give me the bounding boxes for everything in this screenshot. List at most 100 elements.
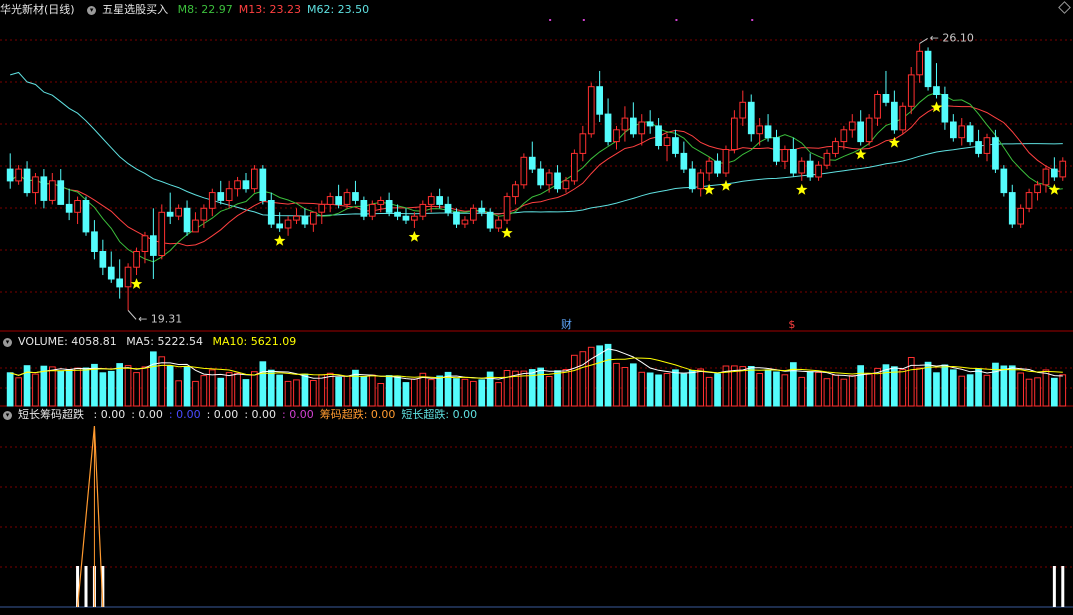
volume-bar xyxy=(301,373,309,407)
candle-body xyxy=(461,219,469,225)
volume-bar xyxy=(352,369,359,407)
indicator2-menu-icon[interactable]: ▾ xyxy=(3,410,12,420)
volume-bar xyxy=(579,351,587,407)
volume-bar xyxy=(680,373,688,407)
candle-body xyxy=(478,207,486,213)
volume-bar xyxy=(571,354,578,407)
candle-body xyxy=(520,156,528,186)
candle-body xyxy=(781,149,789,162)
volume-bar xyxy=(217,377,225,407)
candle-body xyxy=(621,117,629,131)
candle-body xyxy=(116,278,124,288)
candle-body xyxy=(773,137,780,162)
candle-body xyxy=(360,200,368,217)
ma-label-1: M13: 23.23 xyxy=(238,3,301,16)
volume-bar xyxy=(882,364,890,407)
volume-bar xyxy=(91,363,98,407)
candle-body xyxy=(1051,168,1058,178)
candle-body xyxy=(562,180,570,190)
indicator-value-6: 筹码超跌: 0.00 xyxy=(319,408,396,421)
candle-body xyxy=(545,172,553,186)
volume-menu-icon[interactable]: ▾ xyxy=(3,337,12,347)
candle-body xyxy=(65,203,73,213)
indicator-value-2: : 0.00 xyxy=(168,408,201,421)
candle-body xyxy=(1042,168,1050,186)
candle-body xyxy=(217,192,225,201)
volume-bar xyxy=(587,346,595,407)
volume-bar xyxy=(958,375,966,407)
candle-body xyxy=(714,160,721,174)
volume-bar xyxy=(933,372,940,407)
buy-star-icon xyxy=(888,136,901,148)
volume-bar xyxy=(251,371,258,407)
volume-bar xyxy=(99,372,107,407)
volume-bar xyxy=(823,378,831,407)
candle-body xyxy=(175,207,183,217)
volume-bar xyxy=(368,374,376,407)
indicator2-name: 短长筹码超跌 xyxy=(18,408,84,421)
candle-body xyxy=(924,50,932,88)
candle-body xyxy=(688,168,696,190)
volume-bar xyxy=(116,363,124,407)
volume-ma10-label: MA10: 5621.09 xyxy=(212,335,297,348)
indicator-values: : 0.00: 0.00: 0.00: 0.00: 0.00: 0.00 筹码超跌… xyxy=(94,408,484,421)
high-price-label: ← 26.10 xyxy=(930,31,974,44)
volume-bar xyxy=(284,380,292,407)
candle-body xyxy=(242,180,250,190)
volume-bar xyxy=(183,366,191,407)
volume-bar xyxy=(377,383,385,407)
candle-body xyxy=(587,86,595,135)
candle-body xyxy=(225,188,233,201)
event-dot xyxy=(582,19,585,21)
volume-bar xyxy=(453,378,460,407)
candle-body xyxy=(251,168,258,190)
candle-body xyxy=(537,168,544,186)
candle-body xyxy=(596,86,603,115)
volume-bar xyxy=(394,375,401,407)
candle-body xyxy=(57,180,65,205)
candle-body xyxy=(259,168,267,202)
volume-bar xyxy=(655,374,662,407)
candle-body xyxy=(411,215,418,221)
volume-bar xyxy=(832,374,839,407)
volume-bar xyxy=(1017,372,1024,407)
candle-body xyxy=(141,235,149,253)
candle-body xyxy=(150,235,157,256)
volume-bar xyxy=(697,368,704,407)
volume-ma5-label: MA5: 5222.54 xyxy=(126,335,203,348)
volume-bar xyxy=(714,373,721,407)
volume-bar xyxy=(133,372,140,407)
volume-bar xyxy=(385,375,393,407)
candle-body xyxy=(318,203,326,213)
candle-body xyxy=(891,101,898,131)
candle-body xyxy=(444,203,452,213)
stock-title: 华光新材(日线) xyxy=(0,3,75,16)
indicator-panel-header: ▾ 短长筹码超跌 : 0.00: 0.00: 0.00: 0.00: 0.00: … xyxy=(0,408,489,422)
buy-star-icon xyxy=(501,227,513,238)
indicator-value-1: : 0.00 xyxy=(131,408,163,421)
volume-bar xyxy=(798,376,806,407)
candle-body xyxy=(672,137,679,154)
candle-body xyxy=(571,152,578,182)
candle-body xyxy=(394,211,401,217)
volume-bar xyxy=(806,371,814,407)
candle-body xyxy=(950,121,957,139)
volume-bar xyxy=(1025,378,1033,407)
low-price-label: ← 19.31 xyxy=(138,312,182,325)
volume-bar xyxy=(200,375,208,407)
volume-bar xyxy=(916,367,923,407)
volume-bar xyxy=(663,373,671,407)
candle-body xyxy=(874,94,881,119)
candle-body xyxy=(402,215,410,221)
volume-bar xyxy=(975,368,982,407)
volume-bar xyxy=(65,369,73,407)
candle-body xyxy=(40,176,48,201)
indicator-menu-icon[interactable]: ▾ xyxy=(87,5,97,15)
indicator-value-7: 短长超跌: 0.00 xyxy=(401,408,478,421)
candle-body xyxy=(655,125,662,147)
volume-bar xyxy=(672,369,679,407)
candle-body xyxy=(512,184,519,198)
candle-body xyxy=(99,251,107,268)
candle-body xyxy=(352,192,359,201)
buy-star-icon xyxy=(1048,183,1061,195)
